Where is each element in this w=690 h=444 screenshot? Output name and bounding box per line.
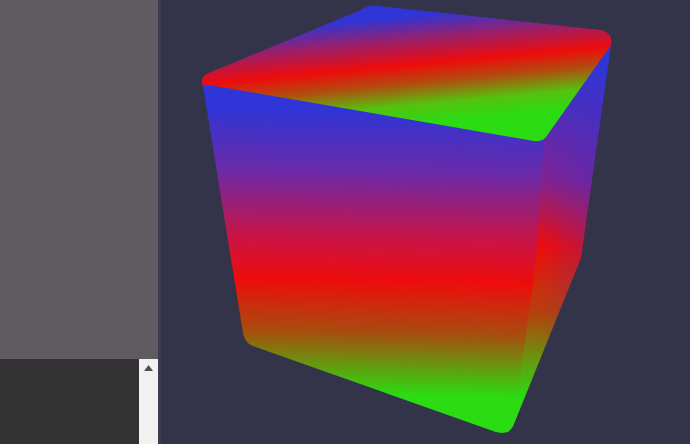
triangle-up-icon xyxy=(144,364,153,371)
app-window xyxy=(0,0,690,444)
3d-viewport[interactable] xyxy=(161,0,690,444)
rendered-cube-scene xyxy=(201,5,612,433)
scroll-up-button[interactable] xyxy=(139,359,158,376)
console-panel[interactable] xyxy=(0,359,139,444)
console-scrollbar[interactable] xyxy=(139,359,158,444)
